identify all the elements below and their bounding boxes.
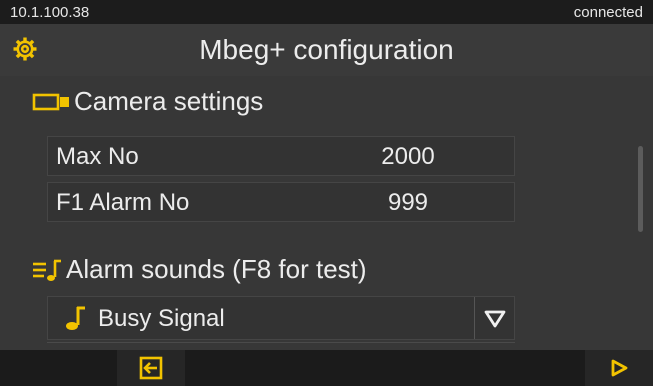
dropdown-divider (474, 297, 475, 339)
connection-status: connected (573, 4, 643, 21)
camera-settings-label: Camera settings (74, 86, 264, 116)
triangle-down-icon[interactable] (482, 309, 508, 329)
alarm-sound-selected: Busy Signal (98, 305, 225, 332)
title-bar: Mbeg+ configuration (0, 24, 653, 76)
max-no-label: Max No (56, 143, 139, 170)
f1-alarm-no-row[interactable]: F1 Alarm No 999 (47, 182, 515, 222)
alarm-sound-select[interactable]: Busy Signal (47, 296, 515, 340)
bottom-toolbar (0, 350, 653, 386)
partial-row (47, 342, 515, 350)
alarm-sounds-heading: Alarm sounds (F8 for test) (32, 254, 367, 285)
music-list-icon (33, 259, 61, 281)
app-frame: 10.1.100.38 connected Mbeg+ configuratio… (0, 0, 653, 386)
exit-button[interactable] (117, 350, 185, 386)
f1-alarm-no-value[interactable]: 999 (348, 189, 468, 217)
scrollbar[interactable] (638, 146, 643, 232)
camera-icon (32, 93, 69, 110)
exit-arrow-icon (139, 356, 163, 380)
camera-settings-heading: Camera settings (32, 86, 263, 117)
alarm-sounds-label: Alarm sounds (F8 for test) (66, 254, 367, 284)
status-bar: 10.1.100.38 connected (0, 0, 653, 24)
ip-address: 10.1.100.38 (10, 4, 90, 21)
max-no-row[interactable]: Max No 2000 (47, 136, 515, 176)
next-button[interactable] (585, 350, 653, 386)
page-title: Mbeg+ configuration (199, 34, 454, 65)
music-note-icon (66, 306, 85, 330)
play-icon (611, 359, 628, 377)
f1-alarm-no-label: F1 Alarm No (56, 189, 190, 216)
max-no-value[interactable]: 2000 (348, 143, 468, 171)
